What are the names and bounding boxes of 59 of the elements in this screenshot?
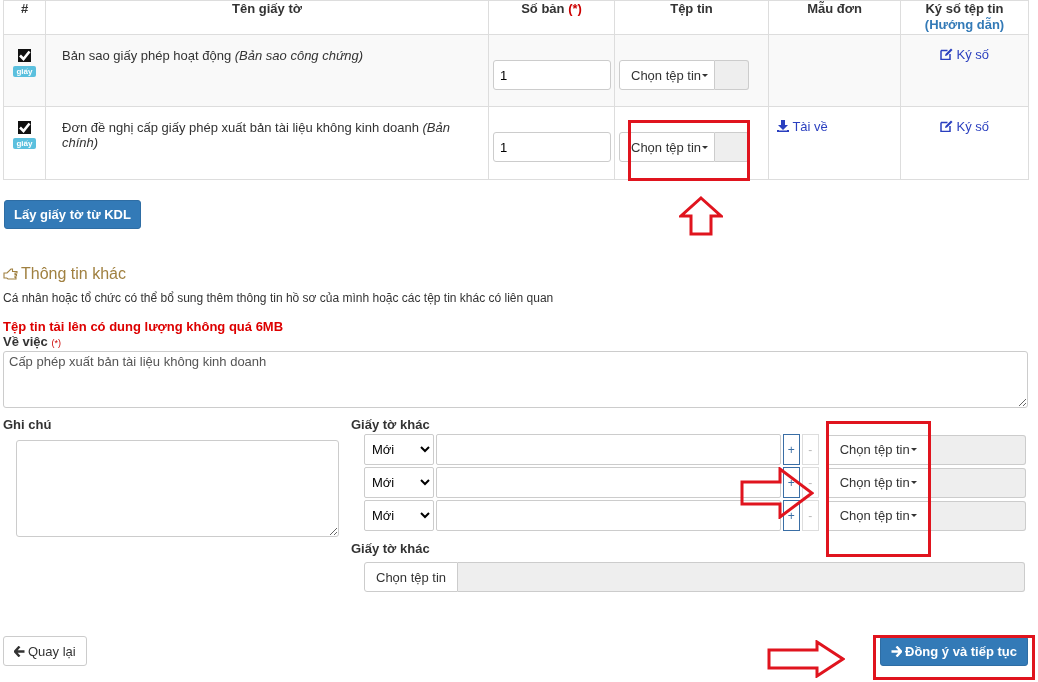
caret-icon bbox=[910, 448, 917, 451]
note-field[interactable] bbox=[16, 440, 339, 537]
download-link[interactable]: Tài về bbox=[777, 119, 828, 134]
document-name-field[interactable] bbox=[435, 500, 781, 531]
column-header: Tên giấy tờ bbox=[45, 0, 489, 35]
document-name: Đơn đề nghị cấp giấy phép xuất bản tài liệu không kinh doanh (Bản chính) bbox=[61, 119, 451, 150]
continue-button[interactable]: Đồng ý và tiếp tục bbox=[880, 636, 1028, 666]
copies-field[interactable]: 1 bbox=[493, 60, 611, 90]
document-type-select[interactable]: Mới bbox=[364, 467, 434, 498]
document-type-select[interactable]: Mới bbox=[364, 434, 434, 465]
choose-file-button[interactable]: Chọn tệp tin bbox=[364, 562, 459, 592]
checkmark-icon bbox=[17, 48, 31, 62]
caret-icon bbox=[702, 73, 709, 77]
size-warning: Tệp tin tải lên có dung lượng không quá 6MB bbox=[3, 319, 284, 334]
column-header: # bbox=[3, 0, 46, 35]
checkmark-icon bbox=[17, 120, 31, 134]
sign-link[interactable]: Ký số bbox=[939, 47, 990, 62]
document-name-field[interactable] bbox=[435, 434, 781, 465]
caret-icon bbox=[910, 481, 917, 484]
note-label: Ghi chú bbox=[3, 417, 52, 432]
pointing-hand-icon bbox=[3, 268, 18, 280]
choose-file-button[interactable]: Chọn tệp tin bbox=[619, 132, 716, 162]
edit-icon bbox=[939, 48, 953, 60]
checkbox[interactable] bbox=[18, 121, 31, 134]
copies-field[interactable]: 1 bbox=[493, 132, 611, 162]
other-documents-label: Giấy tờ khác bbox=[351, 541, 430, 556]
other-documents-label: Giấy tờ khác bbox=[351, 417, 430, 432]
document-type-select[interactable]: Mới bbox=[364, 500, 434, 531]
section-title: Thông tin khác bbox=[3, 265, 126, 283]
subject-label: Về việc (*) bbox=[3, 334, 61, 349]
choose-file-button[interactable]: Chọn tệp tin bbox=[826, 467, 930, 498]
subject-field[interactable]: Cấp phép xuất bản tài liệu không kinh doanh bbox=[3, 351, 1028, 408]
document-name-field[interactable] bbox=[435, 467, 781, 498]
checkbox[interactable] bbox=[18, 49, 31, 62]
guide-link[interactable]: (Hướng dẫn) bbox=[903, 17, 1026, 33]
paper-badge: giấy bbox=[13, 66, 36, 77]
fetch-documents-button[interactable]: Lấy giấy tờ từ KDL bbox=[4, 200, 141, 229]
column-header: Ký số tệp tin bbox=[924, 1, 1005, 17]
file-name-field bbox=[715, 60, 749, 90]
choose-file-button[interactable]: Chọn tệp tin bbox=[619, 60, 716, 90]
column-header: Tệp tin bbox=[614, 0, 769, 35]
add-button[interactable]: + bbox=[782, 434, 800, 465]
arrow-left-icon bbox=[14, 645, 25, 657]
caret-icon bbox=[702, 145, 709, 149]
sign-link[interactable]: Ký số bbox=[939, 119, 990, 134]
download-icon bbox=[777, 120, 789, 132]
column-header: Mẫu đơn bbox=[768, 0, 901, 35]
file-name-field bbox=[715, 132, 749, 162]
edit-icon bbox=[939, 120, 953, 132]
arrow-outline bbox=[679, 196, 723, 236]
choose-file-button[interactable]: Chọn tệp tin bbox=[826, 500, 930, 531]
description-text: Cá nhân hoặc tổ chức có thể bổ sung thêm thông tin hồ sơ của mình hoặc các tệp tin khác có liên quan bbox=[3, 291, 554, 305]
paper-badge: giấy bbox=[13, 138, 36, 149]
document-name: Bản sao giấy phép hoạt động (Bản sao công chứng) bbox=[61, 47, 364, 63]
choose-file-button[interactable]: Chọn tệp tin bbox=[826, 434, 930, 465]
arrow-right-icon bbox=[891, 645, 903, 657]
caret-icon bbox=[910, 514, 917, 517]
column-header: Số bản (*) bbox=[488, 0, 615, 35]
back-button[interactable]: Quay lại bbox=[3, 636, 87, 666]
